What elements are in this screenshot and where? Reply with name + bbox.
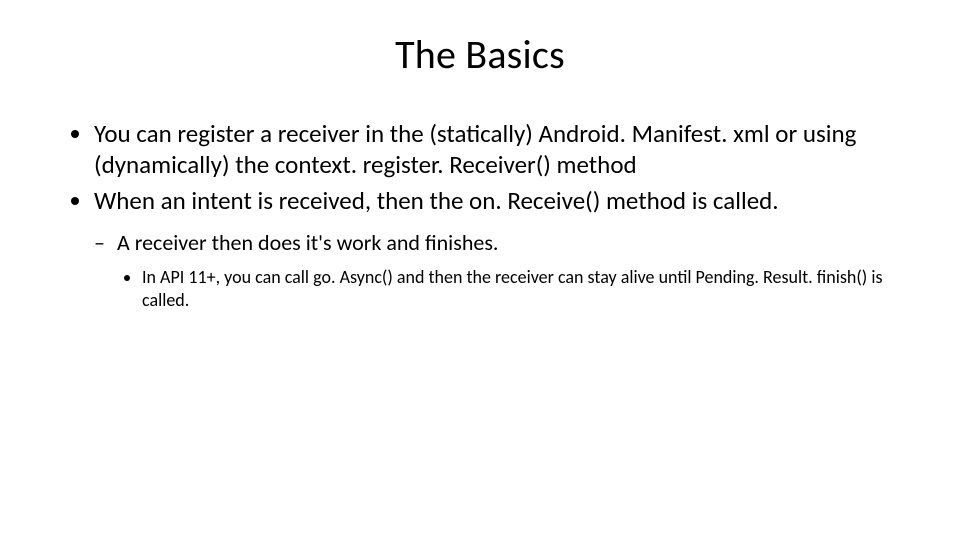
bullet-item: When an intent is received, then the on.…	[94, 186, 890, 313]
slide-title: The Basics	[70, 30, 890, 79]
bullet-item: In API 11+, you can call go. Async() and…	[142, 266, 890, 313]
bullet-list-level2: A receiver then does it's work and finis…	[94, 229, 890, 313]
bullet-list-level3: In API 11+, you can call go. Async() and…	[112, 266, 890, 313]
bullet-item: A receiver then does it's work and finis…	[112, 229, 890, 313]
bullet-text: When an intent is received, then the on.…	[94, 185, 779, 216]
slide: The Basics You can register a receiver i…	[0, 0, 960, 540]
bullet-item: You can register a receiver in the (stat…	[94, 119, 890, 180]
bullet-list-level1: You can register a receiver in the (stat…	[70, 119, 890, 313]
bullet-text: A receiver then does it's work and finis…	[117, 229, 499, 256]
